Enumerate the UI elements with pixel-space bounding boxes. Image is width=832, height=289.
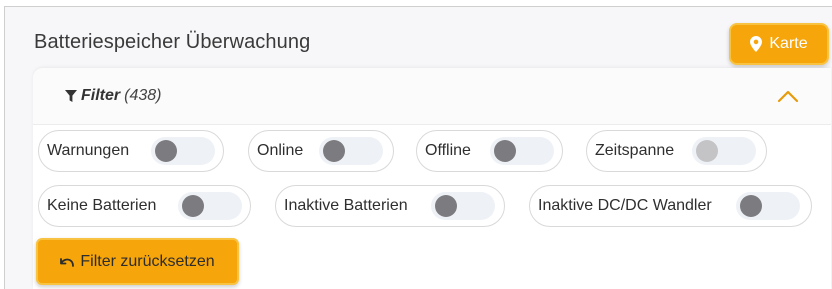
switch-knob [696, 140, 718, 162]
toggle-label: Offline [425, 142, 471, 159]
reset-filter-button[interactable]: Filter zurücksetzen [36, 238, 239, 285]
switch-keine-batterien[interactable] [178, 192, 242, 220]
toggle-offline[interactable]: Offline [416, 130, 563, 172]
switch-online[interactable] [319, 137, 383, 165]
switch-inaktive-dcdc-wandler[interactable] [736, 192, 800, 220]
chevron-up-icon[interactable] [776, 88, 800, 104]
undo-icon [60, 257, 75, 267]
map-button-label: Karte [769, 35, 808, 52]
toggle-zeitspanne[interactable]: Zeitspanne [586, 130, 767, 172]
switch-zeitspanne[interactable] [692, 137, 756, 165]
switch-inaktive-batterien[interactable] [431, 192, 495, 220]
toggle-label: Inaktive DC/DC Wandler [538, 197, 712, 214]
switch-knob [155, 140, 177, 162]
switch-knob [435, 195, 457, 217]
toggle-keine-batterien[interactable]: Keine Batterien [38, 185, 251, 227]
switch-knob [740, 195, 762, 217]
switch-knob [182, 195, 204, 217]
filter-title: Filter (438) [65, 87, 161, 105]
toggle-warnungen[interactable]: Warnungen [38, 130, 224, 172]
toggle-label: Online [257, 142, 304, 159]
switch-knob [494, 140, 516, 162]
toggle-online[interactable]: Online [248, 130, 394, 172]
toggle-inaktive-batterien[interactable]: Inaktive Batterien [275, 185, 505, 227]
filter-label: Filter [81, 87, 121, 104]
map-marker-icon [750, 36, 763, 52]
reset-filter-label: Filter zurücksetzen [80, 252, 215, 270]
switch-offline[interactable] [490, 137, 554, 165]
filter-count: (438) [124, 87, 162, 104]
map-button[interactable]: Karte [729, 23, 829, 65]
toggle-label: Warnungen [47, 142, 130, 159]
switch-warnungen[interactable] [151, 137, 215, 165]
toggle-label: Inaktive Batterien [284, 197, 408, 214]
switch-knob [323, 140, 345, 162]
page-title: Batteriespeicher Überwachung [34, 31, 311, 53]
funnel-icon [65, 90, 77, 102]
toggle-label: Zeitspanne [595, 142, 675, 159]
toggle-inaktive-dcdc-wandler[interactable]: Inaktive DC/DC Wandler [529, 185, 812, 227]
filter-header[interactable]: Filter (438) [33, 68, 831, 125]
toggle-label: Keine Batterien [47, 197, 157, 214]
card-header: Batteriespeicher Überwachung Karte [5, 7, 832, 69]
